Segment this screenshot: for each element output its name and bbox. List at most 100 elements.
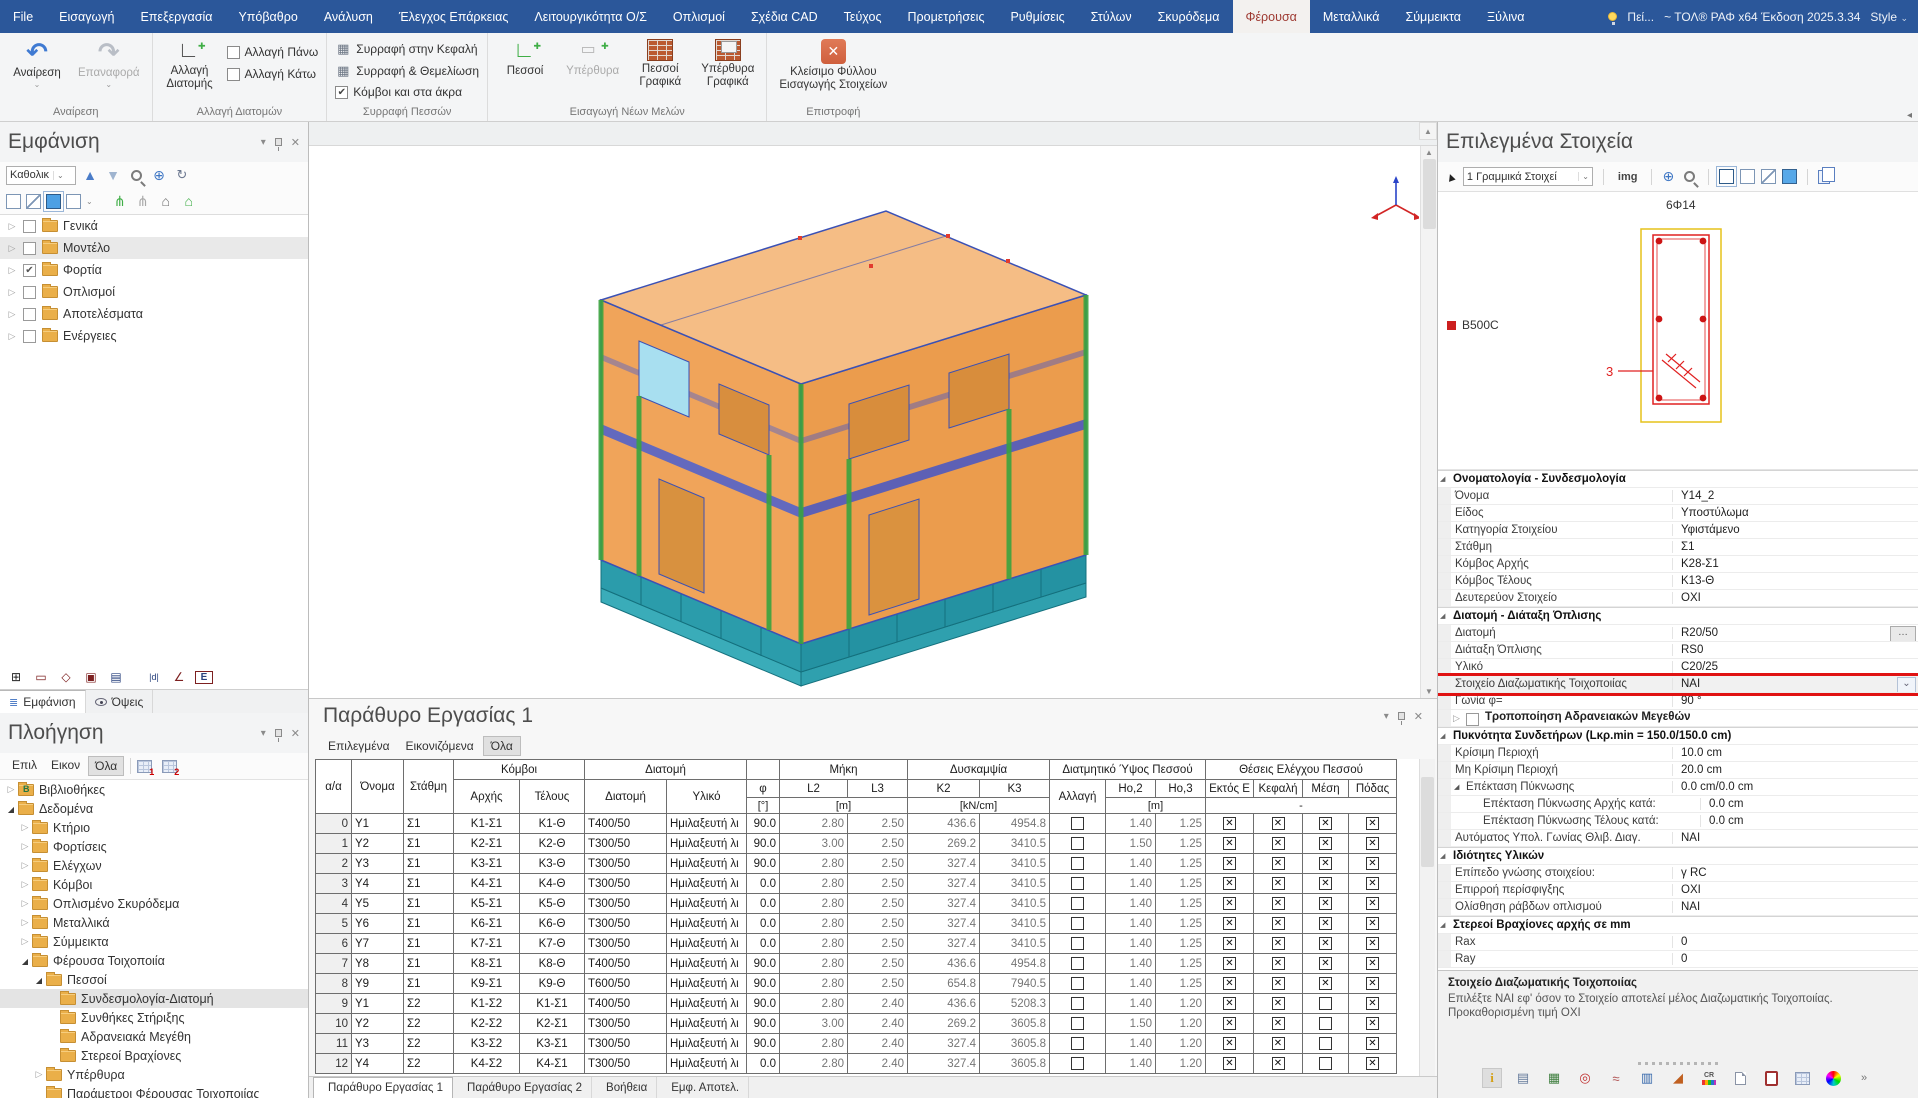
- col-end-node[interactable]: Τέλους: [519, 779, 585, 814]
- nav-tree-item[interactable]: Παράμετροι Φέρουσας Τοιχοποιίας: [0, 1084, 308, 1098]
- col-Ho2[interactable]: Ho,2: [1105, 779, 1156, 798]
- color-wheel-icon[interactable]: [1825, 1070, 1841, 1086]
- cell-end[interactable]: Κ8-Θ: [519, 953, 585, 974]
- col-out[interactable]: Εκτός Ε: [1205, 779, 1254, 798]
- panel-collapse-icon[interactable]: ▾: [261, 728, 266, 739]
- nav-tree-item[interactable]: Συνθήκες Στήριξης: [0, 1008, 308, 1027]
- menu-item[interactable]: Σύμμεικτα: [1392, 0, 1474, 33]
- cell-end[interactable]: Κ1-Σ1: [519, 993, 585, 1014]
- property-value[interactable]: Υφιστάμενο: [1673, 522, 1918, 538]
- tip-label[interactable]: Πεί...: [1627, 10, 1654, 24]
- cell-Ho2[interactable]: 1.40: [1105, 973, 1156, 994]
- cell-L2[interactable]: 2.80: [779, 993, 848, 1014]
- table-row[interactable]: 0 Y1 Σ1 Κ1-Σ1 Κ1-Θ Τ400/50 Ημιλαξευτή λι…: [315, 813, 1397, 834]
- change-bottom-checkbox[interactable]: Αλλαγή Κάτω: [226, 67, 319, 81]
- cr-colors-icon[interactable]: CR: [1699, 1068, 1719, 1088]
- cell-index[interactable]: 8: [315, 973, 352, 994]
- cell-L3[interactable]: 2.50: [847, 893, 908, 914]
- cell-phi[interactable]: 90.0: [746, 853, 780, 874]
- visibility-checkbox[interactable]: [23, 219, 36, 233]
- check-mid-checkbox[interactable]: [1319, 1017, 1332, 1030]
- cell-K3[interactable]: 3605.8: [979, 1013, 1050, 1034]
- check-mid-checkbox[interactable]: [1319, 817, 1332, 830]
- cell-end[interactable]: Κ7-Θ: [519, 933, 585, 954]
- cell-Ho3[interactable]: 1.25: [1155, 973, 1206, 994]
- check-out-checkbox[interactable]: [1223, 977, 1236, 990]
- cell-index[interactable]: 11: [315, 1033, 352, 1054]
- property-row[interactable]: Όνομα Y14_2: [1438, 488, 1918, 505]
- cell-section[interactable]: Τ600/50: [584, 973, 667, 994]
- cell-material[interactable]: Ημιλαξευτή λι: [666, 873, 747, 894]
- cell-Ho2[interactable]: 1.40: [1105, 953, 1156, 974]
- col-mid[interactable]: Μέση: [1302, 779, 1349, 798]
- nav-tree-item[interactable]: Ελέγχων: [0, 856, 308, 875]
- expander-icon[interactable]: [19, 898, 31, 909]
- property-row[interactable]: Δευτερεύον Στοιχείο ΟΧΙ: [1438, 590, 1918, 607]
- filter-tab[interactable]: Επιλεγμένα: [321, 737, 397, 755]
- property-value[interactable]: Κ13-Θ: [1673, 573, 1918, 589]
- menu-item[interactable]: Υπόβαθρο: [225, 0, 310, 33]
- cell-name[interactable]: Y5: [351, 893, 404, 914]
- property-value[interactable]: ΝΑΙ: [1673, 676, 1918, 692]
- menu-item[interactable]: Σκυρόδεμα: [1145, 0, 1233, 33]
- cell-start[interactable]: Κ4-Σ1: [453, 873, 520, 894]
- property-row[interactable]: Ray 0: [1438, 951, 1918, 968]
- property-value[interactable]: 10.0 cm: [1673, 745, 1918, 761]
- property-row[interactable]: Μη Κρίσιμη Περιοχή 20.0 cm: [1438, 762, 1918, 779]
- zoom-previous-icon[interactable]: ↻: [173, 166, 191, 184]
- cell-Ho3[interactable]: 1.25: [1155, 853, 1206, 874]
- select-polygon-icon[interactable]: ◇: [57, 670, 75, 684]
- cell-L3[interactable]: 2.50: [847, 853, 908, 874]
- property-row[interactable]: Διατομή - Διάταξη Όπλισης: [1438, 607, 1918, 625]
- change-checkbox[interactable]: [1071, 997, 1084, 1010]
- property-value[interactable]: 0.0 cm: [1701, 813, 1918, 829]
- cell-material[interactable]: Ημιλαξευτή λι: [666, 913, 747, 934]
- nav-tab[interactable]: Όλα: [88, 756, 125, 776]
- check-foot-checkbox[interactable]: [1366, 817, 1379, 830]
- nav-tree-item[interactable]: Πεσσοί: [0, 970, 308, 989]
- cell-phi[interactable]: 90.0: [746, 813, 780, 834]
- cell-section[interactable]: Τ300/50: [584, 873, 667, 894]
- nav-tree-item[interactable]: Μεταλλικά: [0, 913, 308, 932]
- property-row[interactable]: Στάθμη Σ1: [1438, 539, 1918, 556]
- bottom-tab[interactable]: Βοήθεια: [592, 1077, 658, 1098]
- cell-material[interactable]: Ημιλαξευτή λι: [666, 933, 747, 954]
- view-scope-select[interactable]: Καθολικ ⌄: [6, 165, 76, 185]
- property-value[interactable]: [1601, 608, 1918, 624]
- property-value[interactable]: ΟΧΙ: [1673, 882, 1918, 898]
- tip-bulb-icon[interactable]: [1608, 12, 1618, 25]
- cell-index[interactable]: 10: [315, 1013, 352, 1034]
- expander-icon[interactable]: [33, 975, 45, 985]
- cell-level[interactable]: Σ1: [403, 813, 454, 834]
- cell-K3[interactable]: 3410.5: [979, 933, 1050, 954]
- cell-L2[interactable]: 2.80: [779, 913, 848, 934]
- cell-Ho2[interactable]: 1.40: [1105, 893, 1156, 914]
- check-foot-checkbox[interactable]: [1366, 857, 1379, 870]
- col-L2[interactable]: L2: [779, 779, 848, 798]
- check-mid-checkbox[interactable]: [1319, 977, 1332, 990]
- model-shell-icon[interactable]: ⌂: [157, 192, 175, 210]
- cell-name[interactable]: Y9: [351, 973, 404, 994]
- cell-section[interactable]: Τ300/50: [584, 1013, 667, 1034]
- expander-icon[interactable]: [6, 221, 18, 232]
- cell-material[interactable]: Ημιλαξευτή λι: [666, 993, 747, 1014]
- shaded-view-icon[interactable]: [66, 193, 81, 209]
- cell-phi[interactable]: 0.0: [746, 893, 780, 914]
- check-foot-checkbox[interactable]: [1366, 997, 1379, 1010]
- element-labels-icon[interactable]: E: [195, 670, 213, 684]
- cell-phi[interactable]: 90.0: [746, 993, 780, 1014]
- property-row[interactable]: Κρίσιμη Περιοχή 10.0 cm: [1438, 745, 1918, 762]
- check-out-checkbox[interactable]: [1223, 817, 1236, 830]
- check-mid-checkbox[interactable]: [1319, 897, 1332, 910]
- col-Ho3[interactable]: Ho,3: [1155, 779, 1206, 798]
- table-scrollbar[interactable]: [1419, 759, 1435, 1076]
- cell-index[interactable]: 4: [315, 893, 352, 914]
- check-foot-checkbox[interactable]: [1366, 1037, 1379, 1050]
- zoom-extents-icon[interactable]: ⊕: [150, 166, 168, 184]
- cell-index[interactable]: 9: [315, 993, 352, 1014]
- cell-L3[interactable]: 2.40: [847, 1053, 908, 1074]
- cell-K3[interactable]: 7940.5: [979, 973, 1050, 994]
- change-checkbox[interactable]: [1071, 1057, 1084, 1070]
- bottom-tab[interactable]: Παράθυρο Εργασίας 2: [453, 1077, 593, 1098]
- cell-name[interactable]: Y8: [351, 953, 404, 974]
